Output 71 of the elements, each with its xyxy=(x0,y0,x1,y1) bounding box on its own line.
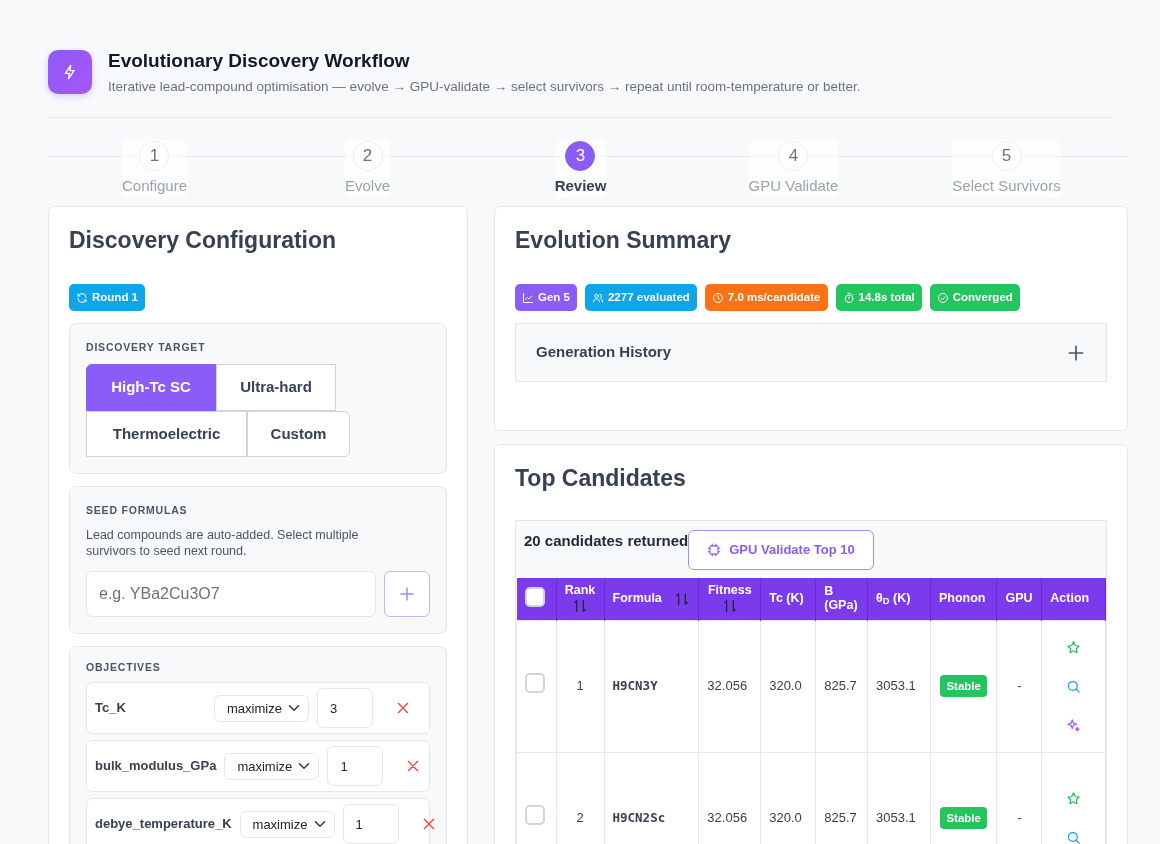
status-badge: Stable xyxy=(940,807,987,830)
step-label: Configure xyxy=(121,176,187,197)
stat-badge: 2277 evaluated xyxy=(584,284,697,312)
column-header: Tc (K) xyxy=(769,591,804,605)
wizard-step[interactable]: 1 Configure xyxy=(121,140,187,198)
page-subtitle: Iterative lead-compound optimisation — evolve → GPU-validate → select survivors → repeat until room-temperature or better. xyxy=(108,77,861,96)
section-heading: OBJECTIVES xyxy=(86,660,162,676)
table-cell: 320.0 xyxy=(769,678,802,694)
table-cell: - xyxy=(1017,678,1022,694)
validate-button[interactable]: GPU Validate Top 10 xyxy=(688,530,874,570)
table-cell: 32.056 xyxy=(707,678,748,694)
weight-input[interactable]: 1 xyxy=(342,804,399,844)
step-label: GPU Validate xyxy=(748,176,839,197)
objective-name: debye_temperature_K xyxy=(95,815,232,834)
table-cell: 825.7 xyxy=(824,678,857,694)
direction-select[interactable]: maximize xyxy=(224,752,320,780)
objective-name: bulk_modulus_GPa xyxy=(95,757,217,776)
formula-cell: H9CN3Y xyxy=(612,678,658,694)
column-header: θ$_{D}$ (K) xyxy=(876,591,911,605)
step-label: Evolve xyxy=(345,176,390,197)
step-number: 2 xyxy=(352,141,383,172)
accordion-header[interactable]: Generation History xyxy=(515,323,1107,382)
table-cell: 320.0 xyxy=(769,810,802,826)
formula-cell: H9CN2Sc xyxy=(612,810,666,826)
step-label: Select Survivors xyxy=(952,176,1061,197)
step-number: 5 xyxy=(991,141,1022,172)
wizard-step[interactable]: 2 Evolve xyxy=(345,140,390,198)
stat-badge: 14.8s total xyxy=(835,284,922,312)
table-cell: 3053.1 xyxy=(876,678,916,694)
candidates-count: 20 candidates returned xyxy=(524,531,689,552)
panel-title: Top Candidates xyxy=(515,464,687,493)
table-cell: 825.7 xyxy=(824,810,857,826)
objective-name: Tc_K xyxy=(95,699,127,718)
step-label: Review xyxy=(554,176,607,197)
status-badge: Stable xyxy=(940,675,987,698)
weight-input[interactable]: 1 xyxy=(327,746,384,787)
step-number: 1 xyxy=(139,141,170,172)
weight-input[interactable]: 3 xyxy=(317,688,373,729)
section-heading: SEED FORMULAS xyxy=(86,503,189,519)
stat-badge: Gen 5 xyxy=(515,284,577,312)
wizard-step[interactable]: 5 Select Survivors xyxy=(952,140,1061,198)
step-number: 4 xyxy=(778,141,809,172)
accordion-title: Generation History xyxy=(536,342,672,363)
column-header[interactable]: Formula xyxy=(612,592,662,606)
panel-title: Discovery Configuration xyxy=(69,226,338,255)
round-badge: Round 1 xyxy=(69,284,145,312)
wizard-step[interactable]: 4 GPU Validate xyxy=(748,140,839,198)
target-option[interactable]: Custom xyxy=(247,410,350,458)
direction-select[interactable]: maximize xyxy=(239,810,335,838)
wizard-step[interactable]: 3 Review xyxy=(554,140,607,198)
column-header: GPU xyxy=(1005,591,1033,605)
formula-input[interactable]: e.g. YBa2Cu3O7 xyxy=(86,571,376,618)
stat-badge: Converged xyxy=(929,284,1020,312)
column-header: B (GPa) xyxy=(824,584,858,612)
table-cell: 32.056 xyxy=(707,810,748,826)
table-cell: 2 xyxy=(576,810,584,826)
page-title: Evolutionary Discovery Workflow xyxy=(108,50,411,73)
table-cell: 3053.1 xyxy=(876,810,916,826)
target-option[interactable]: High-Tc SC xyxy=(86,364,216,411)
section-heading: DISCOVERY TARGET xyxy=(86,340,207,356)
panel-title: Evolution Summary xyxy=(515,226,732,255)
column-header: Action xyxy=(1050,591,1090,605)
table-cell: 1 xyxy=(576,678,584,694)
table-cell: - xyxy=(1017,810,1022,826)
stat-badge: 7.0 ms/candidate xyxy=(704,284,828,312)
target-option[interactable]: Ultra-hard xyxy=(216,364,336,411)
step-number: 3 xyxy=(565,141,596,172)
target-option[interactable]: Thermoelectric xyxy=(86,410,247,458)
direction-select[interactable]: maximize xyxy=(214,694,309,722)
help-text: Lead compounds are auto-added. Select multiple survivors to seed next round. xyxy=(86,526,360,560)
column-header: Phonon xyxy=(938,591,986,605)
